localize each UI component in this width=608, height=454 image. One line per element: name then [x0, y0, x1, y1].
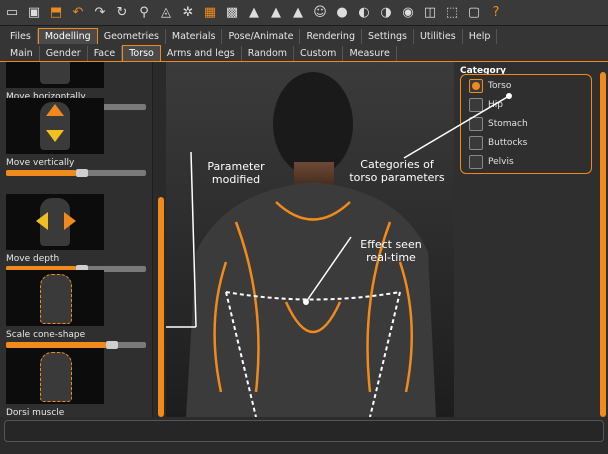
face-icon[interactable]: ☺ — [312, 5, 328, 21]
render-icon[interactable]: ◉ — [400, 5, 416, 21]
parameter-scrollbar[interactable] — [156, 62, 166, 417]
screenshot-icon[interactable]: ▢ — [466, 5, 482, 21]
annotation-effect: Effect seen real-time — [360, 238, 422, 264]
tab-custom[interactable]: Custom — [294, 46, 344, 61]
tab-files[interactable]: Files — [4, 29, 38, 44]
category-panel: Category Torso Hip Stomach Buttocks Pelv… — [403, 62, 608, 417]
parameter-scroll-thumb[interactable] — [158, 197, 164, 417]
main-toolbar: ▭ ▣ ⬒ ↶ ↷ ↻ ⚲ ◬ ✲ ▦ ▩ ▲ ▲ ▲ ☺ ● ◐ ◑ ◉ ◫ … — [0, 0, 608, 26]
redo-icon[interactable]: ↷ — [92, 5, 108, 21]
annotation-dot-effect — [303, 299, 309, 305]
category-item-torso[interactable]: Torso — [469, 79, 511, 93]
menu-tabs: Files Modelling Geometries Materials Pos… — [0, 26, 608, 44]
param-label: Dorsi muscle — [6, 408, 65, 417]
save-icon[interactable]: ▣ — [26, 5, 42, 21]
export-icon[interactable]: ⬒ — [48, 5, 64, 21]
tab-torso[interactable]: Torso — [122, 45, 161, 61]
tab-gender[interactable]: Gender — [40, 46, 88, 61]
param-label: Move vertically — [6, 158, 75, 168]
smooth-icon[interactable]: ◑ — [378, 5, 394, 21]
cube-icon[interactable]: ▭ — [4, 5, 20, 21]
tab-measure[interactable]: Measure — [343, 46, 397, 61]
wireframe-icon[interactable]: ◬ — [158, 5, 174, 21]
symmetry-icon[interactable]: ◫ — [422, 5, 438, 21]
pose-icon[interactable]: ⚲ — [136, 5, 152, 21]
param-move-depth: Move depth — [6, 194, 146, 273]
sub-tabs: Main Gender Face Torso Arms and legs Ran… — [0, 44, 608, 62]
model-head — [273, 72, 353, 176]
undo-icon[interactable]: ↶ — [70, 5, 86, 21]
annotation-line-categories — [403, 93, 512, 159]
thumbnail-move-vertically — [6, 98, 104, 154]
param-label: Move depth — [6, 254, 60, 264]
tab-geometries[interactable]: Geometries — [98, 29, 166, 44]
help-icon[interactable]: ? — [488, 5, 504, 21]
grid-icon[interactable]: ▦ — [202, 5, 218, 21]
param-scale-cone-shape: Scale cone-shape — [6, 270, 146, 349]
front-view-icon[interactable]: ▲ — [246, 5, 262, 21]
tab-help[interactable]: Help — [463, 29, 498, 44]
param-dorsi-muscle: Dorsi muscle — [6, 348, 146, 417]
tab-settings[interactable]: Settings — [362, 29, 414, 44]
bounds-icon[interactable]: ⬚ — [444, 5, 460, 21]
tab-utilities[interactable]: Utilities — [414, 29, 463, 44]
arrows-horizontal-icon — [36, 212, 76, 230]
category-scrollbar[interactable] — [600, 72, 606, 417]
tab-modelling[interactable]: Modelling — [37, 28, 98, 44]
tab-face[interactable]: Face — [88, 46, 123, 61]
tab-arms-and-legs[interactable]: Arms and legs — [161, 46, 242, 61]
thumbnail-move-depth — [6, 194, 104, 250]
status-bar — [4, 420, 604, 442]
back-view-icon[interactable]: ▲ — [290, 5, 306, 21]
reset-icon[interactable]: ↻ — [114, 5, 130, 21]
shaded-icon[interactable]: ◐ — [356, 5, 372, 21]
sphere-icon[interactable]: ● — [334, 5, 350, 21]
param-move-vertically: Move vertically — [6, 98, 146, 177]
parameter-panel: Move horizontally Move vertically Move d… — [0, 62, 153, 417]
skeleton-icon[interactable]: ✲ — [180, 5, 196, 21]
slider-move-vertically[interactable] — [6, 169, 146, 177]
thumbnail-dorsi-muscle — [6, 348, 104, 404]
side-view-icon[interactable]: ▲ — [268, 5, 284, 21]
thumbnail-scale-cone-shape — [6, 270, 104, 326]
checker-icon[interactable]: ▩ — [224, 5, 240, 21]
param-label: Scale cone-shape — [6, 330, 86, 340]
tab-pose-animate[interactable]: Pose/Animate — [222, 29, 301, 44]
tab-rendering[interactable]: Rendering — [300, 29, 362, 44]
thumbnail-move-horizontally — [6, 62, 104, 88]
radio-torso[interactable] — [469, 79, 483, 93]
tab-materials[interactable]: Materials — [166, 29, 223, 44]
arrows-vertical-icon — [46, 104, 64, 142]
tab-main[interactable]: Main — [4, 46, 40, 61]
annotation-parameter-modified: Parameter modified — [207, 160, 265, 186]
tab-random[interactable]: Random — [242, 46, 295, 61]
